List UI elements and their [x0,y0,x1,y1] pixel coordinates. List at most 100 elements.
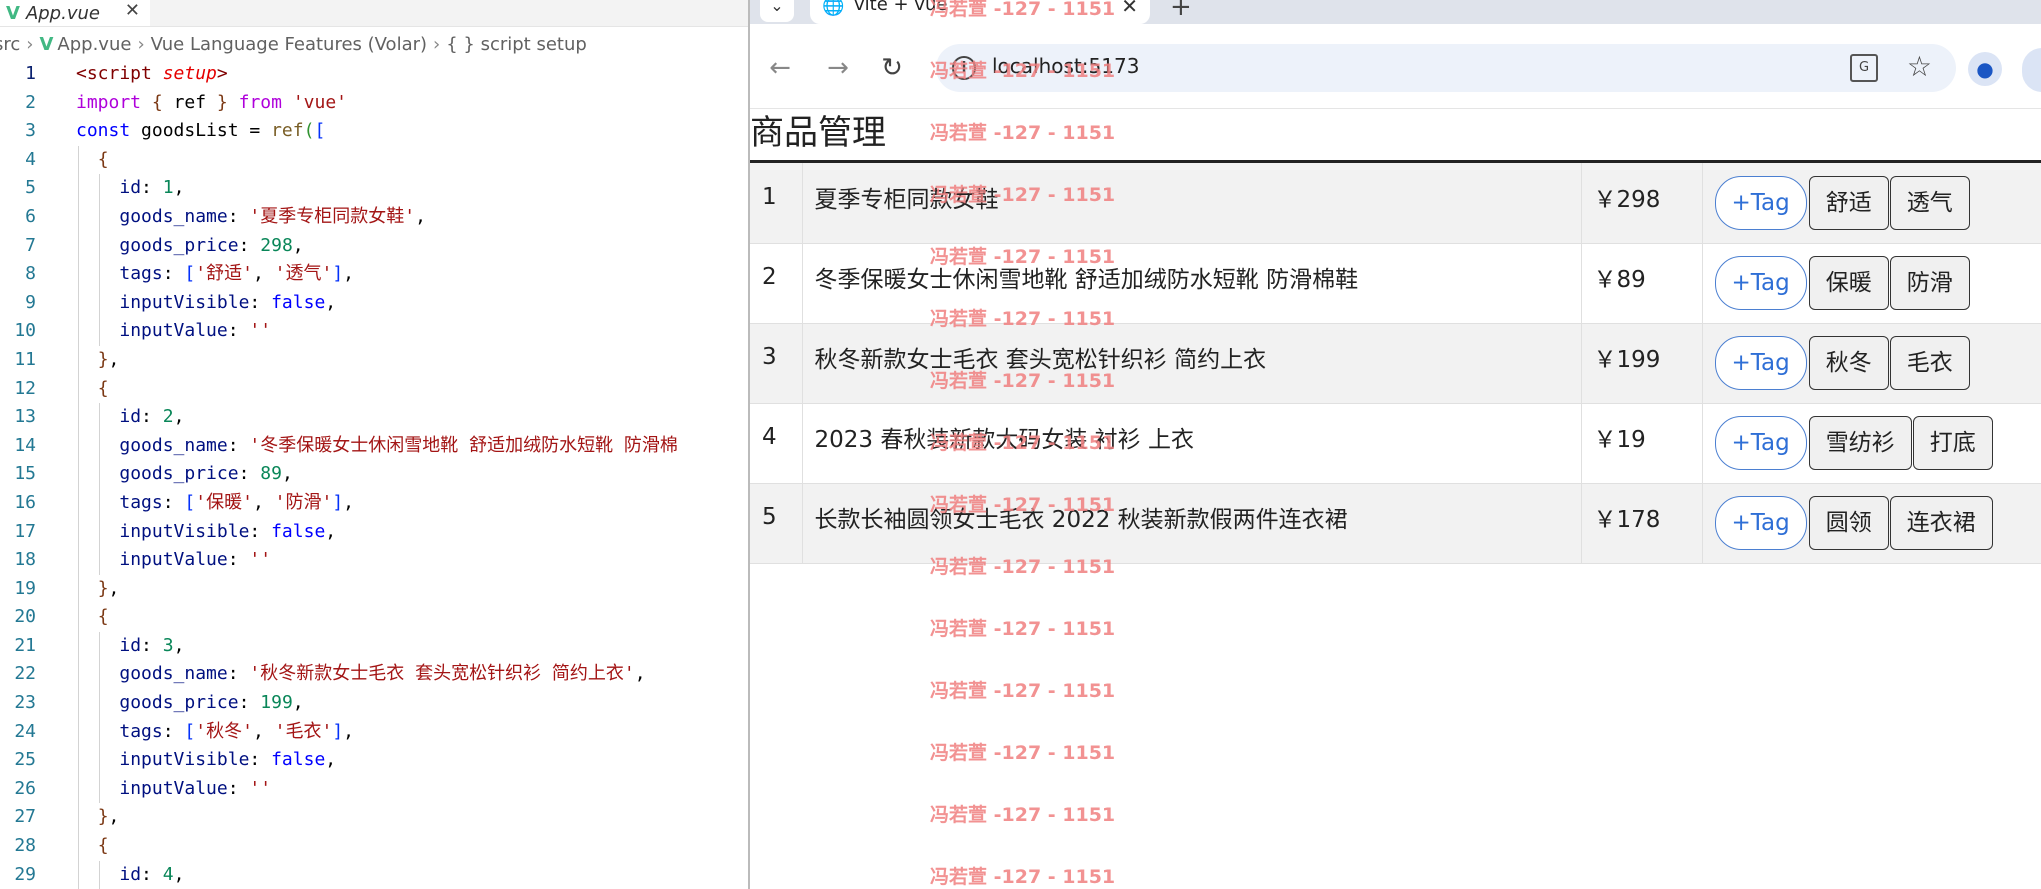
reload-button[interactable]: ↻ [874,50,910,86]
code-text: inputValue: '' [119,320,272,342]
code-line[interactable]: 21 id: 3, [0,631,748,661]
goods-id: 2 [762,264,777,290]
goods-tags-cell: +Tag 秋冬 毛衣 [1702,323,2041,403]
code-line[interactable]: 29 id: 4, [0,860,748,889]
close-icon[interactable]: ✕ [125,0,140,21]
code-editor[interactable]: V App.vue ✕ src › V App.vue › Vue Langua… [0,0,748,889]
code-line[interactable]: 12 { [0,374,748,404]
line-number: 18 [14,549,36,571]
code-line[interactable]: 15 goods_price: 89, [0,460,748,489]
code-line[interactable]: 22 goods_name: '秋冬新款女士毛衣 套头宽松针织衫 简约上衣', [0,660,748,690]
translate-icon[interactable]: G [1850,54,1878,82]
forward-button[interactable]: → [820,50,856,86]
line-number: 21 [14,634,36,656]
bookmark-star-icon[interactable]: ☆ [1907,50,1932,83]
table-row: 4 2023 春秋装新款大码女装 衬衫 上衣 ￥19 +Tag 雪纺衫 打底 [750,403,2041,483]
tag-chip[interactable]: 保暖 [1808,256,1889,310]
code-line[interactable]: 2 import { ref } from 'vue' [0,89,748,118]
code-line[interactable]: 8 tags: ['舒适', '透气'], [0,260,748,289]
line-number: 5 [25,177,36,199]
code-line[interactable]: 20 { [0,603,748,632]
code-line[interactable]: 19 }, [0,574,748,604]
goods-name-cell: 夏季专柜同款女鞋 [802,163,1582,243]
editor-tab-app-vue[interactable]: V App.vue ✕ [0,0,150,26]
code-text: inputValue: '' [119,549,272,571]
code-line[interactable]: 1 <script setup> [0,60,748,89]
tag-chip[interactable]: 圆领 [1808,496,1889,550]
tag-chip[interactable]: 防滑 [1889,256,1970,310]
tag-chip[interactable]: 打底 [1912,416,1993,470]
goods-table: 1 夏季专柜同款女鞋 ￥298 +Tag 舒适 透气 2 冬季保暖女士休闲雪地靴 舒适加绒防水… [750,163,2041,564]
code-line[interactable]: 28 { [0,832,748,861]
code-area[interactable]: 1 <script setup> 2 import { ref } from 'vue… [0,60,748,889]
code-line[interactable]: 11 }, [0,345,748,375]
browser-tab[interactable]: 🌐 vite + vue ✕ [810,0,1150,24]
breadcrumb-item-language[interactable]: Vue Language Features (Volar) [151,34,427,55]
tag-chip[interactable]: 透气 [1889,175,1970,230]
code-text: import { ref } from 'vue' [76,91,347,113]
new-tab-button[interactable]: + [1170,0,1192,22]
close-icon[interactable]: ✕ [1121,0,1138,18]
code-line[interactable]: 7 goods_price: 298, [0,231,748,261]
code-text: inputVisible: false, [119,520,337,542]
code-line[interactable]: 27 }, [0,803,748,833]
profile-menu-button[interactable] [2022,48,2041,92]
code-line[interactable]: 5 id: 1, [0,174,748,203]
code-line[interactable]: 3 const goodsList = ref([ [0,117,748,146]
code-line[interactable]: 25 inputVisible: false, [0,746,748,775]
back-button[interactable]: ← [762,50,798,86]
add-tag-button[interactable]: +Tag [1714,336,1807,390]
breadcrumb-item-src[interactable]: src [0,34,20,55]
add-tag-button[interactable]: +Tag [1714,496,1807,550]
code-line[interactable]: 16 tags: ['保暖', '防滑'], [0,488,748,518]
code-text: id: 3, [119,634,185,656]
add-tag-button[interactable]: +Tag [1714,416,1807,470]
code-line[interactable]: 4 { [0,145,748,175]
code-text: goods_price: 199, [119,692,304,714]
goods-name-cell: 2023 春秋装新款大码女装 衬衫 上衣 [802,403,1582,483]
code-line[interactable]: 23 goods_price: 199, [0,689,748,718]
code-line[interactable]: 14 goods_name: '冬季保暖女士休闲雪地靴 舒适加绒防水短靴 防滑棉 [0,431,748,461]
site-info-icon[interactable]: i [952,56,976,80]
profile-avatar-icon[interactable]: ● [1968,52,2002,86]
tag-chip[interactable]: 毛衣 [1889,336,1970,390]
code-line[interactable]: 10 inputValue: '' [0,317,748,346]
line-number: 9 [25,291,36,313]
code-text: id: 1, [119,177,185,199]
code-text: goods_name: '冬季保暖女士休闲雪地靴 舒适加绒防水短靴 防滑棉 [119,434,678,456]
add-tag-button[interactable]: +Tag [1714,175,1807,230]
tag-chip[interactable]: 连衣裙 [1889,496,1993,550]
code-text: id: 2, [119,406,185,428]
code-text: const goodsList = ref([ [76,120,326,142]
goods-tags-cell: +Tag 舒适 透气 [1702,163,2041,243]
code-line[interactable]: 24 tags: ['秋冬', '毛衣'], [0,717,748,747]
goods-name: 秋冬新款女士毛衣 套头宽松针织衫 简约上衣 [814,347,1267,373]
code-text: tags: ['秋冬', '毛衣'], [119,720,354,742]
code-line[interactable]: 6 goods_name: '夏季专柜同款女鞋', [0,202,748,232]
goods-id-cell: 5 [750,483,803,563]
breadcrumb-item-file[interactable]: App.vue [57,34,131,55]
goods-id: 3 [762,344,777,370]
vue-file-icon: V [39,33,54,55]
goods-tags-cell: +Tag 雪纺衫 打底 [1702,403,2041,483]
url-text[interactable]: localhost:5173 [992,54,1139,78]
address-bar[interactable]: i localhost:5173 G ☆ [936,44,1956,92]
tag-chip[interactable]: 雪纺衫 [1808,416,1912,470]
add-tag-button[interactable]: +Tag [1714,256,1807,310]
line-number: 13 [14,406,36,428]
goods-id: 5 [762,504,777,530]
tag-chip[interactable]: 秋冬 [1808,336,1889,390]
tag-chip[interactable]: 舒适 [1808,175,1889,230]
code-line[interactable]: 26 inputValue: '' [0,774,748,804]
code-line[interactable]: 13 id: 2, [0,403,748,432]
code-line[interactable]: 9 inputVisible: false, [0,288,748,318]
line-number: 1 [25,63,36,84]
breadcrumb-item-symbol[interactable]: { } script setup [446,34,587,55]
tab-search-button[interactable]: ⌄ [760,0,794,22]
goods-name: 冬季保暖女士休闲雪地靴 舒适加绒防水短靴 防滑棉鞋 [814,267,1359,293]
code-line[interactable]: 18 inputValue: '' [0,546,748,575]
chevron-right-icon: › [26,33,34,55]
code-text: goods_price: 298, [119,234,304,256]
code-line[interactable]: 17 inputVisible: false, [0,517,748,547]
goods-id: 4 [762,424,777,450]
